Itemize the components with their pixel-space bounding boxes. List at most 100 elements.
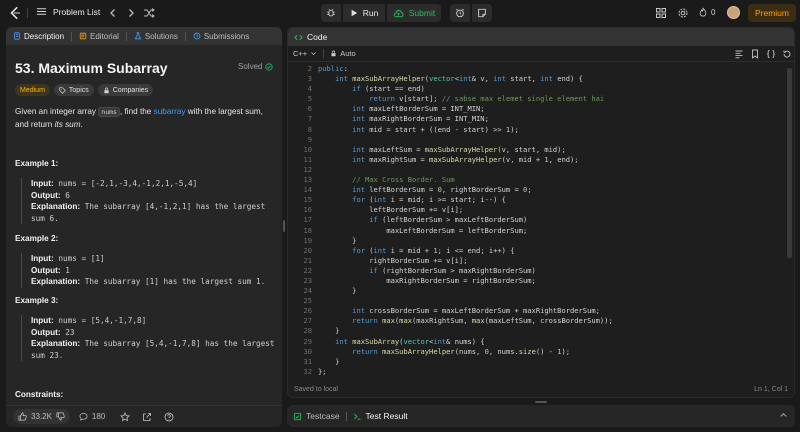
comment-icon: [79, 412, 88, 421]
explanation-label: Explanation:: [31, 277, 81, 286]
streak-count: 0: [711, 7, 716, 17]
problem-tags: Medium Topics Companies: [15, 84, 154, 96]
alarm-clock-icon: [456, 8, 464, 18]
tab-label: Testcase: [306, 411, 340, 421]
code-line: 21 rightBorderSum += v[i];: [288, 256, 794, 266]
code-text: if (start == end): [352, 84, 425, 94]
code-text: int maxLeftSum = maxSubArrayHelper(v, st…: [352, 144, 566, 154]
flask-icon: [134, 32, 142, 40]
description-panel: Description Editorial Solutions Submissi…: [6, 27, 282, 427]
problem-list-button[interactable]: Problem List: [36, 6, 100, 17]
language-select[interactable]: C++: [293, 49, 317, 58]
settings-gear-icon[interactable]: [677, 7, 689, 19]
tab-description[interactable]: Description: [10, 32, 67, 41]
notes-button[interactable]: [472, 4, 492, 22]
format-icon[interactable]: [734, 49, 744, 59]
streak-counter[interactable]: 0: [698, 7, 715, 17]
code-text: rightBorderSum += v[i];: [318, 255, 468, 265]
code-toolbar: C++ Auto: [288, 46, 794, 62]
line-number: 11: [303, 154, 312, 164]
share-icon[interactable]: [142, 412, 152, 422]
example-block: Input: nums = [5,4,-1,7,8] Output: 23 Ex…: [21, 315, 279, 361]
comments-button[interactable]: 180: [74, 409, 110, 424]
code-line: 3 int maxSubArrayHelper(vector<int& v, i…: [288, 74, 794, 84]
explanation-label: Explanation:: [31, 202, 81, 211]
code-line: 12: [288, 165, 794, 175]
code-text: int maxSubArrayHelper(vector<int& v, int…: [335, 74, 583, 84]
difficulty-badge: Medium: [15, 84, 50, 96]
next-problem-icon[interactable]: [125, 7, 137, 19]
tab-editorial[interactable]: Editorial: [76, 32, 122, 41]
line-number: 19: [303, 235, 312, 245]
panel-resize-handle[interactable]: [283, 220, 285, 232]
code-line: 28 }: [288, 326, 794, 336]
tab-label: Description: [24, 31, 65, 41]
line-number: 10: [303, 144, 312, 154]
code-line: 19 }: [288, 236, 794, 246]
code-text: };: [318, 366, 327, 376]
line-number: 29: [303, 336, 312, 346]
code-editor[interactable]: 2 public: 3 int maxSubArrayHelper(vector<i…: [288, 64, 794, 376]
line-number: 7: [307, 114, 312, 124]
reset-icon[interactable]: [782, 49, 792, 59]
subarray-link[interactable]: subarray: [154, 107, 186, 116]
code-panel: Code C++ Auto 2 public: 3 int maxSubArrayH…: [287, 27, 795, 398]
description-icon: [14, 32, 20, 40]
line-number: 27: [303, 316, 312, 326]
chevron-down-icon: [311, 52, 317, 56]
premium-button[interactable]: Premium: [748, 4, 796, 22]
code-text: public:: [318, 64, 348, 73]
companies-chip[interactable]: Companies: [97, 84, 154, 96]
code-text: return maxSubArrayHelper(nums, 0, nums.s…: [352, 346, 571, 356]
line-number: 20: [303, 245, 312, 255]
tab-submissions[interactable]: Submissions: [190, 32, 252, 41]
tab-solutions[interactable]: Solutions: [131, 32, 181, 41]
code-line: 32};: [288, 367, 794, 376]
terminal-icon: [353, 413, 361, 420]
bug-icon: [327, 8, 335, 17]
line-number: 30: [303, 346, 312, 356]
run-label: Run: [362, 8, 379, 18]
star-icon[interactable]: [120, 411, 131, 422]
bookmark-icon[interactable]: [750, 49, 760, 59]
code-text: }: [318, 286, 357, 296]
code-text: int crossBorderSum = maxLeftBorderSum + …: [352, 306, 600, 316]
description-tabs: Description Editorial Solutions Submissi…: [6, 27, 282, 45]
leetcode-logo-icon[interactable]: [8, 6, 22, 20]
help-icon[interactable]: [164, 412, 174, 422]
timer-button[interactable]: [450, 4, 470, 22]
explanation-value: The subarray [1] has the largest sum 1.: [84, 277, 266, 286]
avatar[interactable]: [727, 6, 740, 19]
submit-button[interactable]: Submit: [387, 4, 441, 22]
debug-button[interactable]: [321, 4, 341, 22]
problem-footer: 33.2K 180: [6, 405, 282, 427]
code-text: if (rightBorderSum > maxRightBorderSum): [369, 265, 536, 275]
tab-test-result[interactable]: Test Result: [353, 411, 408, 421]
like-button[interactable]: 33.2K: [13, 409, 70, 424]
braces-icon[interactable]: [766, 49, 776, 59]
code-line: 9: [288, 135, 794, 145]
code-line: 27 return max(max(maxRightSum, max(maxLe…: [288, 316, 794, 326]
fire-icon: [699, 7, 707, 17]
expand-icon[interactable]: [779, 411, 789, 421]
tab-testcase[interactable]: Testcase: [293, 411, 340, 421]
code-line: 11 int maxRightSum = maxSubArrayHelper(v…: [288, 155, 794, 165]
code-text: for (int i = mid; i >= start; i--) {: [352, 195, 506, 205]
panel-resize-handle[interactable]: [535, 401, 547, 403]
output-label: Output:: [31, 265, 61, 275]
code-text: }: [318, 235, 357, 245]
code-text: return max(max(maxRightSum, max(maxLeftS…: [352, 316, 613, 326]
topics-chip[interactable]: Topics: [53, 84, 94, 96]
run-button[interactable]: Run: [343, 4, 385, 22]
auto-mode-toggle[interactable]: Auto: [330, 49, 356, 58]
layout-grid-icon[interactable]: [655, 7, 667, 19]
prev-problem-icon[interactable]: [107, 7, 119, 19]
code-line: 16 leftBorderSum += v[i];: [288, 205, 794, 215]
desc-text: , find the: [119, 107, 154, 116]
code-text: }: [318, 326, 340, 336]
line-number: 16: [303, 205, 312, 215]
editor-scrollbar[interactable]: [787, 68, 792, 258]
shuffle-icon[interactable]: [143, 7, 155, 19]
code-text: for (int i = mid + 1; i <= end; i++) {: [352, 245, 515, 255]
explanation-label: Explanation:: [31, 339, 81, 348]
